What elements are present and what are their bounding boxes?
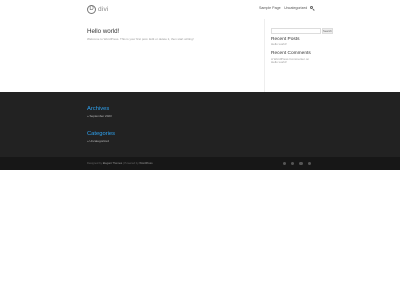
recent-post-link[interactable]: Hello world! [271,43,315,47]
rss-icon[interactable] [307,161,311,165]
credits-prefix: Designed by [87,162,102,165]
logo-mark-icon: D [87,4,96,14]
footer-credits: Designed by Elegant Themes | Powered by … [87,162,153,165]
search-icon[interactable] [310,5,313,9]
nav-link-uncategorized[interactable]: Uncategorized [284,6,307,10]
recent-comments-title: Recent Comments [271,50,311,56]
site-logo[interactable]: D divi [87,3,109,15]
recent-posts-title: Recent Posts [271,36,300,42]
sidebar: Search Recent Posts Hello world! Recent … [271,28,333,65]
main-content: Hello world! Welcome to WordPress. This … [0,19,400,92]
sidebar-search: Search [271,28,333,34]
credits-platform-link[interactable]: WordPress [139,162,152,165]
post-excerpt: Welcome to WordPress. This is your first… [87,36,194,41]
categories-item[interactable]: » Uncategorized [87,139,109,144]
sidebar-divider [264,19,265,92]
logo-text: divi [98,5,109,13]
search-input[interactable] [271,28,321,34]
archives-item-label: September 2023 [89,114,112,118]
site-header: D divi Sample Page Uncategorized [0,0,400,19]
credits-theme-link[interactable]: Elegant Themes [103,162,123,165]
post-title[interactable]: Hello world! [87,28,257,35]
facebook-icon[interactable] [283,161,287,165]
search-button[interactable]: Search [322,28,333,34]
archives-item[interactable]: » September 2023 [87,114,112,119]
footer-bottom-bar: Designed by Elegant Themes | Powered by … [0,157,400,170]
recent-comment-post-link[interactable]: Hello world! [271,60,315,65]
social-icons [283,161,316,165]
archives-title: Archives [87,106,110,112]
main-navigation: Sample Page Uncategorized [259,6,311,10]
nav-link-sample-page[interactable]: Sample Page [259,6,281,10]
credits-mid: | Powered by [122,162,139,165]
post-area: Hello world! Welcome to WordPress. This … [87,28,257,41]
footer-widgets: Archives » September 2023 Categories » U… [0,92,400,157]
instagram-icon[interactable] [299,161,303,165]
twitter-icon[interactable] [291,161,295,165]
categories-title: Categories [87,131,116,137]
categories-item-label: Uncategorized [89,139,109,143]
